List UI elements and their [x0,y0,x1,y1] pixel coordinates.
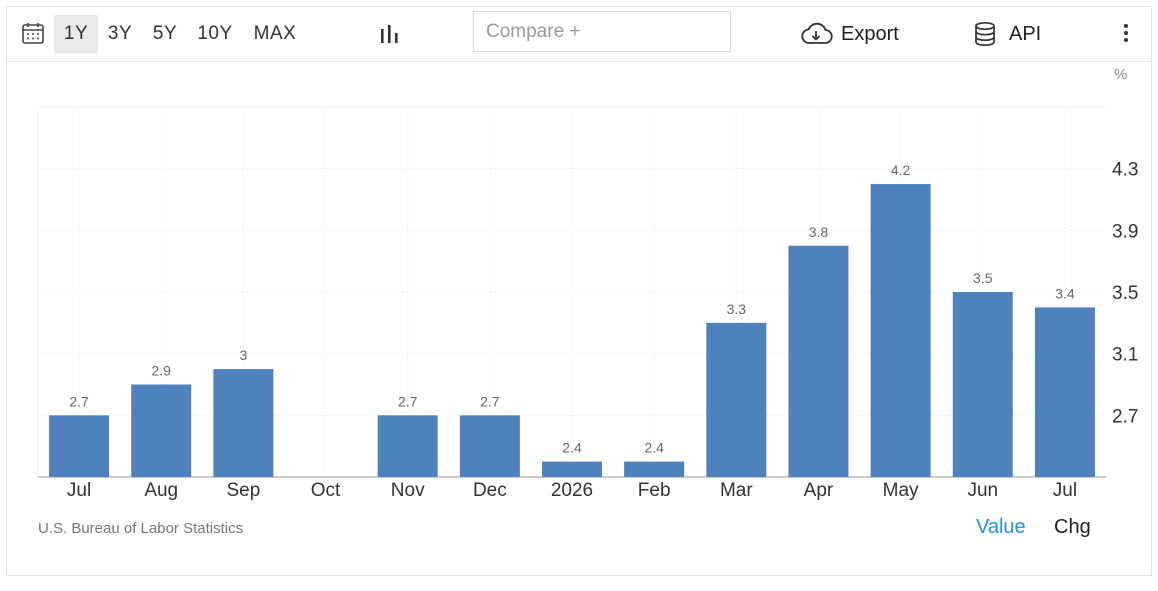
bar-6[interactable] [542,461,602,477]
x-tick-label: Jun [967,480,998,501]
x-tick-label: Dec [473,480,507,501]
bar-value-label: 4.2 [891,162,911,178]
bar-value-label: 2.4 [644,440,664,456]
bar-0[interactable] [49,415,110,477]
bar-12[interactable] [1034,307,1095,477]
x-tick-label: Apr [804,480,834,501]
x-tick-label: Mar [720,480,753,501]
x-tick-label: 2026 [551,480,593,501]
bar-11[interactable] [952,292,1013,477]
bar-value-label: 2.4 [562,440,582,456]
bar-4[interactable] [377,415,438,477]
x-tick-label: Jul [1053,480,1077,501]
y-tick-label: 3.5 [1112,283,1138,304]
y-tick-label: 2.7 [1112,406,1138,427]
x-tick-label: Oct [311,480,341,501]
value-toggle[interactable]: Value [976,516,1026,539]
bar-value-label: 3.4 [1055,285,1075,301]
bar-value-label: 3 [239,347,247,363]
x-tick-label: Sep [226,480,260,501]
y-tick-label: 4.3 [1112,160,1138,181]
x-tick-label: Jul [67,480,91,501]
bar-value-label: 3.5 [973,270,993,286]
bar-chart: 2.7 3.1 3.5 3.9 4.3 2.7 Jul 2.9 Aug 3 Sep Oct 2.7 Nov… [37,106,1138,501]
x-tick-label: Nov [391,480,425,501]
bar-5[interactable] [459,415,520,477]
bar-value-label: 2.9 [151,363,171,379]
bar-value-label: 2.7 [398,393,418,409]
bar-1[interactable] [131,384,192,478]
bar-value-label: 3.3 [727,301,747,317]
x-tick-label: Aug [144,480,178,501]
bar-7[interactable] [624,461,685,477]
x-tick-label: Feb [638,480,671,501]
y-tick-label: 3.1 [1112,345,1138,366]
source-label: U.S. Bureau of Labor Statistics [38,520,244,537]
y-tick-label: 3.9 [1112,221,1138,242]
bar-value-label: 3.8 [809,224,829,240]
bar-8[interactable] [706,322,767,477]
bar-2[interactable] [213,369,274,477]
bar-9[interactable] [788,245,849,477]
x-tick-label: May [883,480,919,501]
chg-toggle[interactable]: Chg [1054,516,1091,539]
bar-value-label: 2.7 [69,393,89,409]
bar-value-label: 2.7 [480,393,500,409]
bar-10[interactable] [870,184,931,478]
